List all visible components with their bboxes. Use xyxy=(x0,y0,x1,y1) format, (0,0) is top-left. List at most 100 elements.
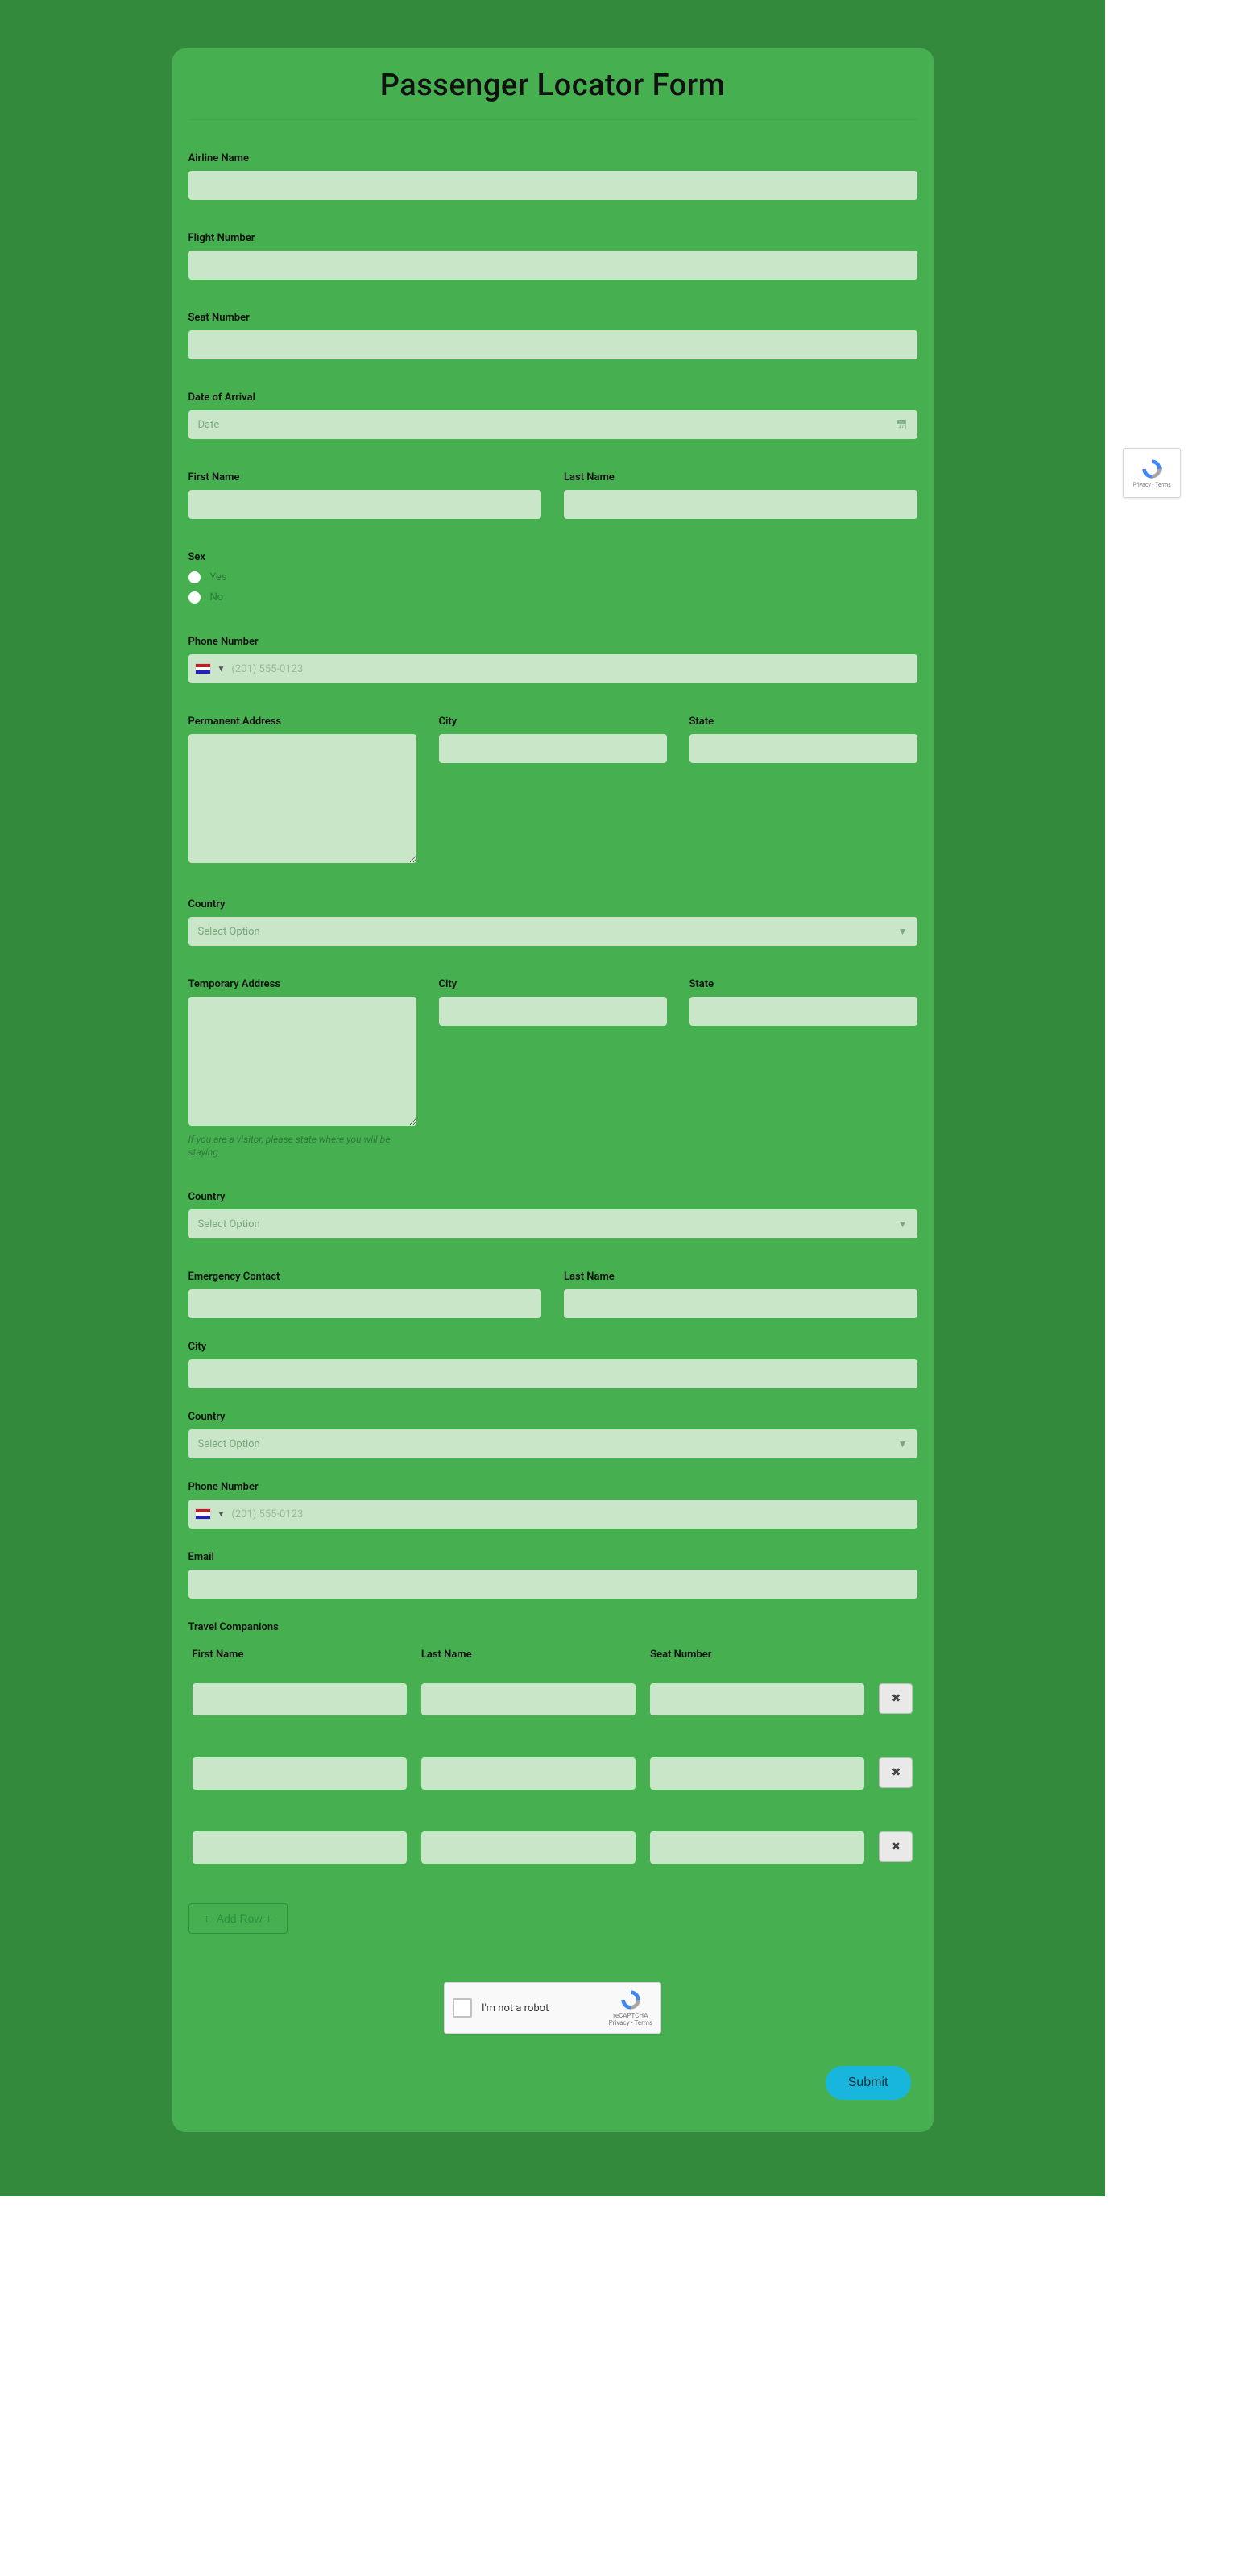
perm-city-input[interactable] xyxy=(439,734,667,763)
date-of-arrival-input[interactable]: Date 📅︎ xyxy=(188,410,917,439)
chevron-down-icon: ▼ xyxy=(217,665,226,674)
phone-number-input[interactable]: ▼ (201) 555-0123 xyxy=(188,654,917,683)
travel-companions-label: Travel Companions xyxy=(188,1621,917,1633)
emergency-city-input[interactable] xyxy=(188,1359,917,1388)
emergency-city-label: City xyxy=(188,1341,917,1353)
add-row-label: Add Row + xyxy=(217,1912,272,1925)
companion-last-input[interactable] xyxy=(421,1683,636,1715)
sex-option-yes[interactable]: Yes xyxy=(188,571,917,583)
permanent-address-label: Permanent Address xyxy=(188,716,416,728)
temp-city-input[interactable] xyxy=(439,997,667,1026)
recaptcha-legal: Privacy - Terms xyxy=(1133,482,1171,488)
perm-state-input[interactable] xyxy=(689,734,917,763)
recaptcha-legal-small: Privacy - Terms xyxy=(609,2020,652,2027)
companions-table: First Name Last Name Seat Number ✖ xyxy=(188,1640,917,1892)
email-label: Email xyxy=(188,1551,917,1563)
last-name-input[interactable] xyxy=(564,490,917,519)
companion-last-input[interactable] xyxy=(421,1757,636,1790)
flight-number-label: Flight Number xyxy=(188,232,917,244)
recaptcha-text: I'm not a robot xyxy=(482,2002,549,2014)
emergency-country-label: Country xyxy=(188,1411,917,1423)
close-icon: ✖ xyxy=(892,1840,901,1853)
last-name-label: Last Name xyxy=(564,471,917,483)
checkbox-icon xyxy=(453,1998,472,2018)
add-row-button[interactable]: + Add Row + xyxy=(188,1903,288,1934)
emergency-country-placeholder: Select Option xyxy=(198,1438,260,1450)
companion-row: ✖ xyxy=(189,1743,917,1817)
first-name-label: First Name xyxy=(188,471,542,483)
chevron-down-icon: ▼ xyxy=(898,1218,908,1230)
temp-state-input[interactable] xyxy=(689,997,917,1026)
form-card: Passenger Locator Form Airline Name Flig… xyxy=(172,48,934,2132)
email-input[interactable] xyxy=(188,1570,917,1599)
companions-header-seat: Seat Number xyxy=(650,1649,864,1661)
recaptcha-logo: reCAPTCHA Privacy - Terms xyxy=(609,1989,652,2027)
companion-seat-input[interactable] xyxy=(650,1831,864,1864)
temp-city-label: City xyxy=(439,978,667,990)
seat-number-label: Seat Number xyxy=(188,312,917,324)
emergency-country-select[interactable]: Select Option ▼ xyxy=(188,1429,917,1458)
close-icon: ✖ xyxy=(892,1766,901,1779)
perm-state-label: State xyxy=(689,716,917,728)
companion-first-input[interactable] xyxy=(193,1757,407,1790)
plus-icon: + xyxy=(204,1912,210,1925)
sex-yes-label: Yes xyxy=(210,571,227,583)
recaptcha-icon xyxy=(1141,458,1163,480)
chevron-down-icon: ▼ xyxy=(898,1438,908,1450)
calendar-icon: 📅︎ xyxy=(895,419,907,430)
delete-row-button[interactable]: ✖ xyxy=(879,1757,913,1788)
phone-number-2-label: Phone Number xyxy=(188,1481,917,1493)
temp-state-label: State xyxy=(689,978,917,990)
phone-number-label: Phone Number xyxy=(188,636,917,648)
phone-placeholder: (201) 555-0123 xyxy=(231,663,303,675)
companions-header-first: First Name xyxy=(193,1649,407,1661)
first-name-input[interactable] xyxy=(188,490,542,519)
radio-icon xyxy=(188,571,201,583)
temporary-address-label: Temporary Address xyxy=(188,978,416,990)
sex-no-label: No xyxy=(210,591,224,604)
perm-country-placeholder: Select Option xyxy=(198,926,260,938)
perm-country-label: Country xyxy=(188,898,917,911)
close-icon: ✖ xyxy=(892,1692,901,1705)
delete-row-button[interactable]: ✖ xyxy=(879,1831,913,1862)
emergency-last-name-label: Last Name xyxy=(564,1271,917,1283)
phone-number-2-input[interactable]: ▼ (201) 555-0123 xyxy=(188,1500,917,1529)
phone2-placeholder: (201) 555-0123 xyxy=(231,1508,303,1520)
emergency-contact-label: Emergency Contact xyxy=(188,1271,542,1283)
airline-name-label: Airline Name xyxy=(188,152,917,164)
temp-country-select[interactable]: Select Option ▼ xyxy=(188,1209,917,1238)
recaptcha-badge: Privacy - Terms xyxy=(1123,448,1181,498)
perm-city-label: City xyxy=(439,716,667,728)
chevron-down-icon: ▼ xyxy=(898,926,908,937)
perm-country-select[interactable]: Select Option ▼ xyxy=(188,917,917,946)
delete-row-button[interactable]: ✖ xyxy=(879,1683,913,1714)
companion-row: ✖ xyxy=(189,1817,917,1891)
date-placeholder: Date xyxy=(198,419,220,431)
temporary-address-hint: If you are a visitor, please state where… xyxy=(188,1134,416,1159)
temp-country-label: Country xyxy=(188,1191,917,1203)
temp-country-placeholder: Select Option xyxy=(198,1218,260,1230)
chevron-down-icon: ▼ xyxy=(217,1510,226,1519)
seat-number-input[interactable] xyxy=(188,330,917,359)
temporary-address-input[interactable] xyxy=(188,997,416,1126)
emergency-last-name-input[interactable] xyxy=(564,1289,917,1318)
companion-seat-input[interactable] xyxy=(650,1683,864,1715)
companion-first-input[interactable] xyxy=(193,1831,407,1864)
companion-first-input[interactable] xyxy=(193,1683,407,1715)
emergency-contact-input[interactable] xyxy=(188,1289,542,1318)
flight-number-input[interactable] xyxy=(188,251,917,280)
companion-last-input[interactable] xyxy=(421,1831,636,1864)
flag-icon xyxy=(195,1508,211,1520)
airline-name-input[interactable] xyxy=(188,171,917,200)
submit-button[interactable]: Submit xyxy=(826,2066,911,2100)
companion-seat-input[interactable] xyxy=(650,1757,864,1790)
sex-option-no[interactable]: No xyxy=(188,591,917,604)
radio-icon xyxy=(188,591,201,604)
permanent-address-input[interactable] xyxy=(188,734,416,863)
companions-header-last: Last Name xyxy=(421,1649,636,1661)
sex-label: Sex xyxy=(188,551,917,563)
date-of-arrival-label: Date of Arrival xyxy=(188,392,917,404)
recaptcha-icon xyxy=(619,1989,642,2011)
flag-icon xyxy=(195,663,211,674)
recaptcha-box[interactable]: I'm not a robot reCAPTCHA Privacy - Term… xyxy=(444,1982,661,2034)
